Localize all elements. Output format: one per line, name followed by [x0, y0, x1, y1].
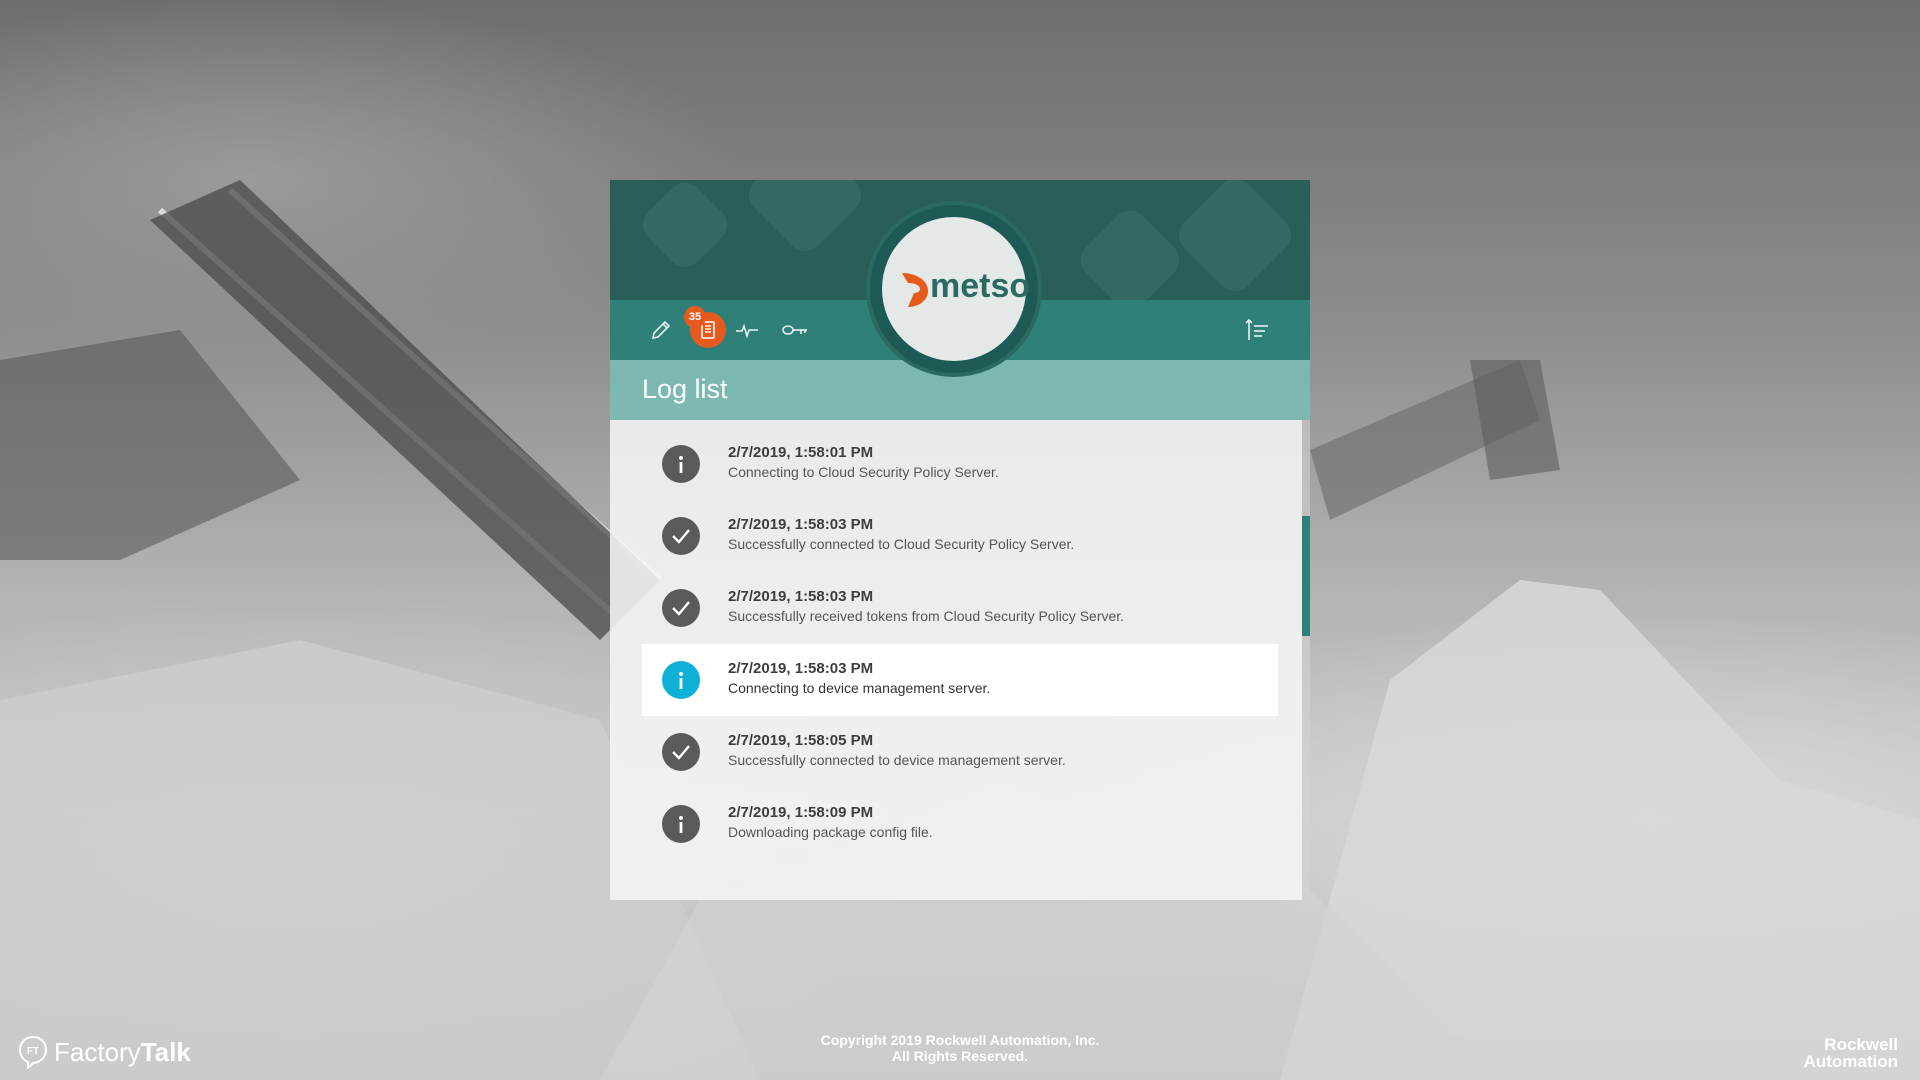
- copyright-line: All Rights Reserved.: [891, 1048, 1029, 1064]
- check-icon: [662, 589, 700, 627]
- copyright: Copyright 2019 Rockwell Automation, Inc.…: [0, 1032, 1920, 1064]
- log-entry[interactable]: 2/7/2019, 1:58:03 PM Successfully connec…: [642, 500, 1278, 572]
- log-timestamp: 2/7/2019, 1:58:03 PM: [728, 588, 874, 605]
- log-timestamp: 2/7/2019, 1:58:03 PM: [728, 660, 874, 677]
- log-message: Connecting to Cloud Security Policy Serv…: [728, 464, 999, 480]
- pencil-icon[interactable]: [646, 315, 676, 345]
- check-icon: [662, 517, 700, 555]
- log-entry[interactable]: 2/7/2019, 1:58:03 PM Successfully receiv…: [642, 572, 1278, 644]
- log-message: Downloading package config file.: [728, 824, 933, 840]
- rockwell-logo: Rockwell Automation: [1803, 1035, 1898, 1071]
- sort-icon[interactable]: [1242, 315, 1272, 345]
- log-panel: Log list metso 2/7/2019, 1:58:01 PM Conn…: [610, 180, 1310, 900]
- info-icon: [662, 805, 700, 843]
- scrollbar-thumb[interactable]: [1302, 516, 1310, 636]
- log-entry-selected[interactable]: 2/7/2019, 1:58:03 PM Connecting to devic…: [642, 644, 1278, 716]
- key-icon[interactable]: [780, 315, 810, 345]
- log-message: Successfully connected to Cloud Security…: [728, 536, 1075, 552]
- brand-name: metso: [930, 267, 1031, 305]
- info-icon: [662, 445, 700, 483]
- log-entry[interactable]: 2/7/2019, 1:58:05 PM Successfully connec…: [642, 716, 1278, 788]
- page-title: Log list: [642, 374, 728, 404]
- log-message: Successfully connected to device managem…: [728, 752, 1066, 768]
- log-timestamp: 2/7/2019, 1:58:01 PM: [728, 444, 874, 461]
- copyright-line: Copyright 2019 Rockwell Automation, Inc.: [820, 1032, 1100, 1048]
- log-message: Connecting to device management server.: [728, 680, 991, 696]
- notification-badge: 35: [684, 306, 706, 328]
- scrollbar-track[interactable]: [1302, 420, 1310, 900]
- log-timestamp: 2/7/2019, 1:58:03 PM: [728, 516, 874, 533]
- info-icon: [662, 661, 700, 699]
- metso-mark-icon: [902, 273, 928, 307]
- log-entry[interactable]: 2/7/2019, 1:58:09 PM Downloading package…: [642, 788, 1278, 860]
- log-timestamp: 2/7/2019, 1:58:09 PM: [728, 804, 874, 821]
- check-icon: [662, 733, 700, 771]
- log-message: Successfully received tokens from Cloud …: [728, 608, 1125, 624]
- log-entry[interactable]: 2/7/2019, 1:58:01 PM Connecting to Cloud…: [642, 428, 1278, 500]
- brand-logo: metso: [870, 205, 1038, 373]
- log-timestamp: 2/7/2019, 1:58:05 PM: [728, 732, 874, 749]
- pulse-icon[interactable]: [732, 315, 762, 345]
